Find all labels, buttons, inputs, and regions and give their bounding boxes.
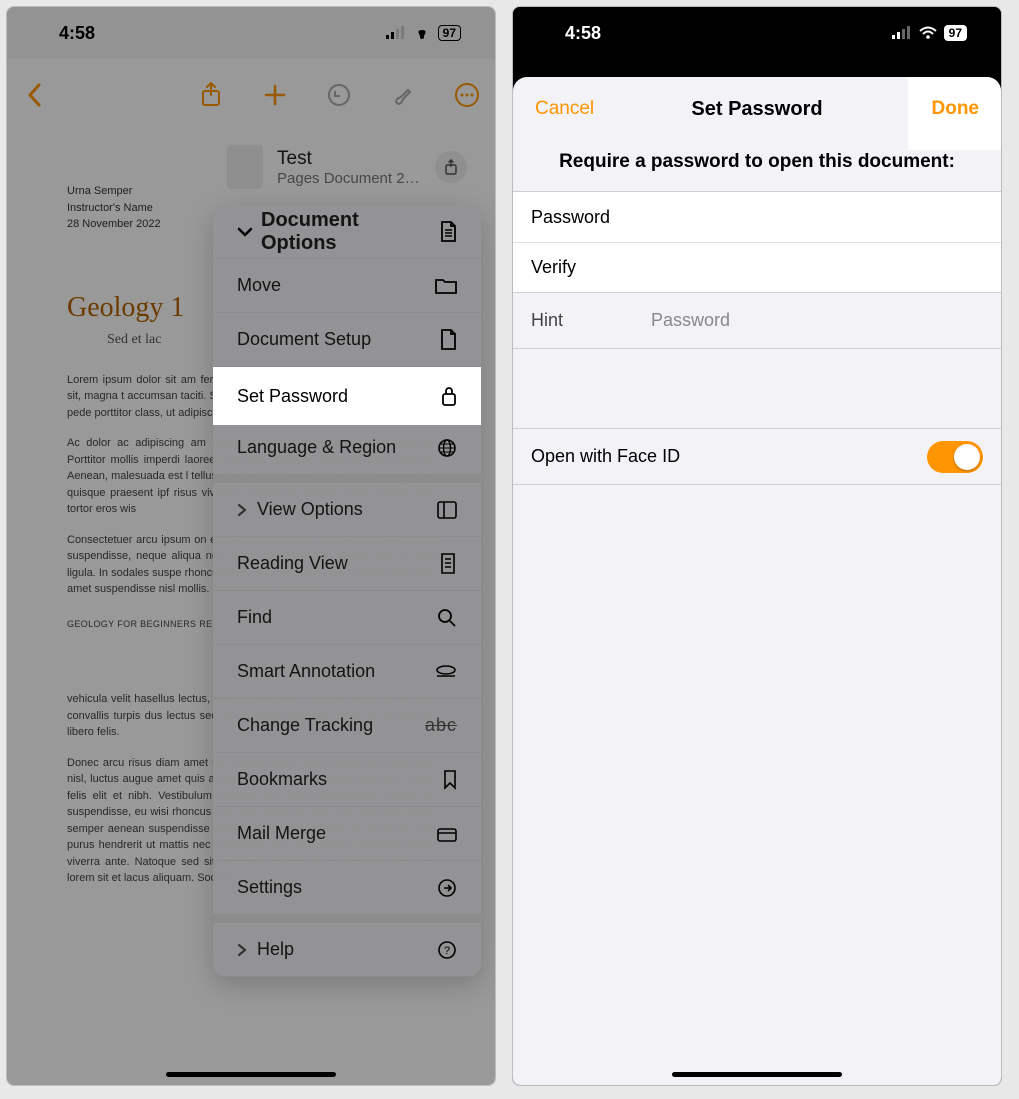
cancel-button[interactable]: Cancel [535, 98, 594, 120]
verify-field-row[interactable]: Verify [513, 242, 1001, 292]
menu-item-set-password-highlight[interactable]: Set Password [213, 367, 481, 425]
home-indicator [166, 1072, 336, 1077]
hint-label: Hint [531, 310, 651, 331]
dim-overlay [7, 7, 495, 1085]
faceid-toggle-row[interactable]: Open with Face ID [513, 429, 1001, 485]
password-label: Password [531, 207, 651, 228]
status-icons: 97 [892, 25, 967, 41]
spacer [513, 349, 1001, 429]
verify-label: Verify [531, 257, 651, 278]
set-password-modal: Cancel Set Password Done Require a passw… [513, 77, 1001, 1085]
faceid-label: Open with Face ID [531, 446, 927, 467]
wifi-icon [918, 26, 938, 40]
hint-field-row[interactable]: Hint Password [513, 293, 1001, 349]
modal-nav: Cancel Set Password Done [513, 77, 1001, 141]
lock-icon [441, 385, 457, 407]
done-button[interactable]: Done [908, 77, 1002, 150]
password-field-row[interactable]: Password [513, 192, 1001, 242]
menu-label: Set Password [237, 386, 348, 407]
home-indicator [672, 1072, 842, 1077]
left-screenshot: 4:58 97 Urna Semper Instructor's Name [6, 6, 496, 1086]
faceid-switch[interactable] [927, 441, 983, 473]
signal-icon [892, 26, 912, 40]
status-time: 4:58 [565, 23, 601, 44]
status-bar: 4:58 97 [513, 7, 1001, 59]
hint-placeholder: Password [651, 310, 730, 331]
password-fields: Password Verify [513, 191, 1001, 293]
battery-icon: 97 [944, 25, 967, 41]
right-screenshot: 4:58 97 Cancel Set Password Done Require… [512, 6, 1002, 1086]
modal-title: Set Password [691, 98, 822, 121]
